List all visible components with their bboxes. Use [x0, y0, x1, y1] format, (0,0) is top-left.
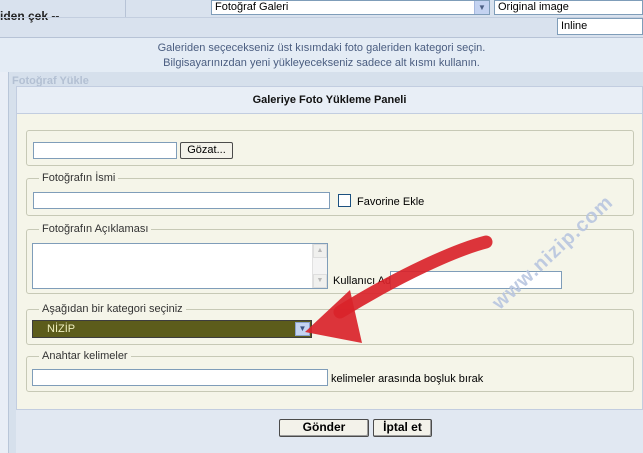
annotation-arrow-shaft — [333, 235, 493, 319]
annotation-arrow-icon — [305, 235, 493, 343]
